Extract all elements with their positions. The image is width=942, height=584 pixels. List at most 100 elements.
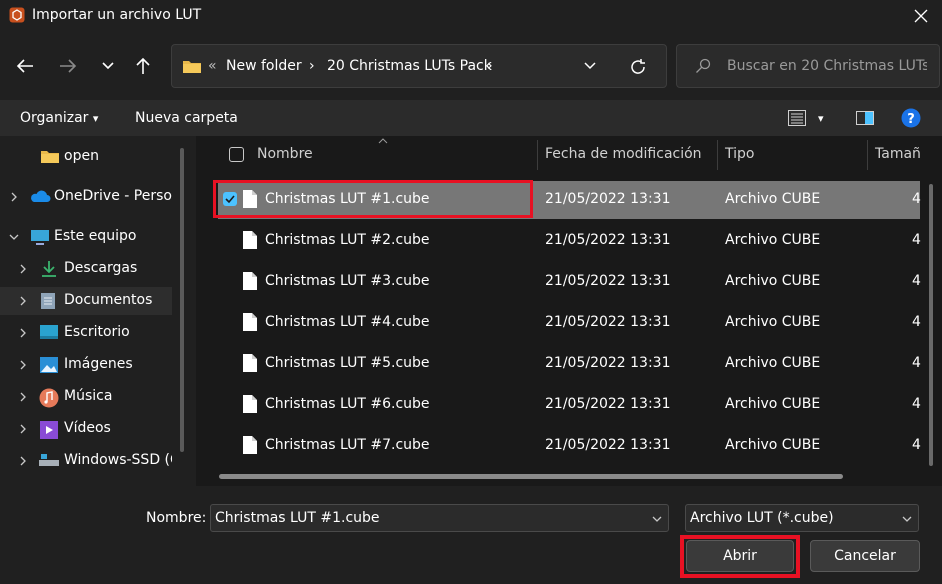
help-icon[interactable]: ? [901,108,921,128]
up-button[interactable] [127,50,159,82]
chevron-right-icon[interactable] [8,191,20,203]
chevron-right-icon[interactable] [17,359,29,371]
chevron-down-icon[interactable] [584,62,596,70]
file-type-filter[interactable]: Archivo LUT (*.cube) [685,504,919,532]
cancel-button[interactable]: Cancelar [810,540,920,572]
column-divider[interactable] [537,140,538,170]
sidebar-item-this-pc[interactable]: Este equipo [0,223,172,251]
column-name[interactable]: Nombre [257,146,313,162]
vertical-scrollbar[interactable] [929,184,933,466]
chevron-right-icon[interactable] [17,455,29,467]
dialog-footer [0,486,942,584]
view-options-icon[interactable] [788,110,806,126]
sidebar-item-desktop[interactable]: Escritorio [0,319,172,347]
file-type: Archivo CUBE [725,273,821,289]
column-divider[interactable] [717,140,718,170]
select-all-checkbox[interactable] [229,147,244,162]
file-icon [242,312,258,332]
file-icon [242,353,258,373]
chevron-down-icon [902,514,912,524]
video-icon [39,420,58,439]
preview-pane-icon[interactable] [856,110,874,126]
sidebar-item-label: Windows-SSD (C [64,452,172,468]
arrow-up-icon [135,57,151,75]
table-row[interactable]: Christmas LUT #6.cube 21/05/2022 13:31 A… [218,386,921,424]
file-name: Christmas LUT #6.cube [265,396,430,412]
file-icon [242,230,258,250]
file-name: Christmas LUT #4.cube [265,314,430,330]
filename-value: Christmas LUT #1.cube [215,510,380,526]
sidebar-item-pictures[interactable]: Imágenes [0,351,172,379]
file-size: 4 [912,396,921,412]
sidebar-item-label: Escritorio [64,324,130,340]
filename-field[interactable]: Christmas LUT #1.cube [210,504,669,532]
file-date: 21/05/2022 13:31 [545,314,671,330]
chevron-right-icon[interactable] [17,327,29,339]
breadcrumb-separator[interactable]: › [309,58,315,74]
chevron-right-icon[interactable] [17,423,29,435]
sidebar-item-windows-ssd[interactable]: Windows-SSD (C [0,447,172,475]
table-row[interactable]: Christmas LUT #5.cube 21/05/2022 13:31 A… [218,345,921,383]
address-bar[interactable]: « New folder › 20 Christmas LUTs Pack › [171,44,667,88]
table-row[interactable]: Christmas LUT #4.cube 21/05/2022 13:31 A… [218,304,921,342]
organize-label: Organizar [20,110,89,126]
recent-locations-button[interactable] [92,50,124,82]
download-icon [40,260,58,278]
table-row[interactable]: Christmas LUT #3.cube 21/05/2022 13:31 A… [218,263,921,301]
column-divider[interactable] [867,140,868,170]
sidebar-item-label: Descargas [64,260,138,276]
folder-icon [40,148,59,166]
column-type[interactable]: Tipo [725,146,754,162]
chevron-right-icon[interactable] [17,391,29,403]
file-size: 4 [912,437,921,453]
breadcrumb-separator[interactable]: › [487,58,493,74]
file-name: Christmas LUT #7.cube [265,437,430,453]
file-name: Christmas LUT #2.cube [265,232,430,248]
chevron-right-icon[interactable] [17,263,29,275]
refresh-icon[interactable] [629,58,647,76]
column-size[interactable]: Tamañ [875,146,921,162]
view-caret-icon[interactable]: ▾ [818,112,824,125]
chevron-right-icon[interactable] [17,295,29,307]
file-name: Christmas LUT #3.cube [265,273,430,289]
table-row[interactable]: Christmas LUT #2.cube 21/05/2022 13:31 A… [218,222,921,260]
sidebar-item-music[interactable]: Música [0,383,172,411]
sort-ascending-icon [378,138,388,144]
column-date-modified[interactable]: Fecha de modificación [545,146,702,162]
open-button-highlight [680,535,800,578]
sidebar-item-videos[interactable]: Vídeos [0,415,172,443]
picture-icon [39,356,58,374]
chevron-down-icon[interactable] [652,514,662,524]
sidebar-item-documents[interactable]: Documentos [0,287,172,315]
close-button[interactable] [900,0,942,32]
chevron-down-icon[interactable] [8,231,20,243]
search-icon [695,58,711,74]
command-bar: Organizar ▾ Nueva carpeta ▾ ? [0,100,942,136]
sidebar-item-open[interactable]: open [0,143,172,171]
column-header-row: Nombre Fecha de modificación Tipo Tamañ [196,136,942,174]
back-button[interactable] [9,50,41,82]
sidebar-item-downloads[interactable]: Descargas [0,255,172,283]
file-size: 4 [912,273,921,289]
navigation-scrollbar[interactable] [180,148,184,452]
sidebar-item-label: Documentos [64,292,153,308]
sidebar-item-onedrive[interactable]: OneDrive - Person [0,183,172,211]
desktop-icon [39,324,58,342]
file-date: 21/05/2022 13:31 [545,355,671,371]
svg-text:?: ? [907,112,915,127]
breadcrumb-overflow[interactable]: « [208,58,217,74]
table-row[interactable]: Christmas LUT #7.cube 21/05/2022 13:31 A… [218,427,921,465]
new-folder-button[interactable]: Nueva carpeta [135,110,238,126]
breadcrumb-current-folder[interactable]: 20 Christmas LUTs Pack [327,58,492,74]
forward-button[interactable] [52,50,84,82]
breadcrumb-new-folder[interactable]: New folder [226,58,302,74]
caret-down-icon: ▾ [92,112,99,125]
filename-label: Nombre: [146,510,207,526]
organize-button[interactable]: Organizar ▾ [20,110,98,126]
search-input[interactable]: Buscar en 20 Christmas LUTs ... [676,44,940,88]
horizontal-scrollbar[interactable] [219,474,843,479]
music-icon [39,388,59,408]
drive-icon [38,452,59,470]
file-size: 4 [912,314,921,330]
computer-icon [30,228,49,246]
